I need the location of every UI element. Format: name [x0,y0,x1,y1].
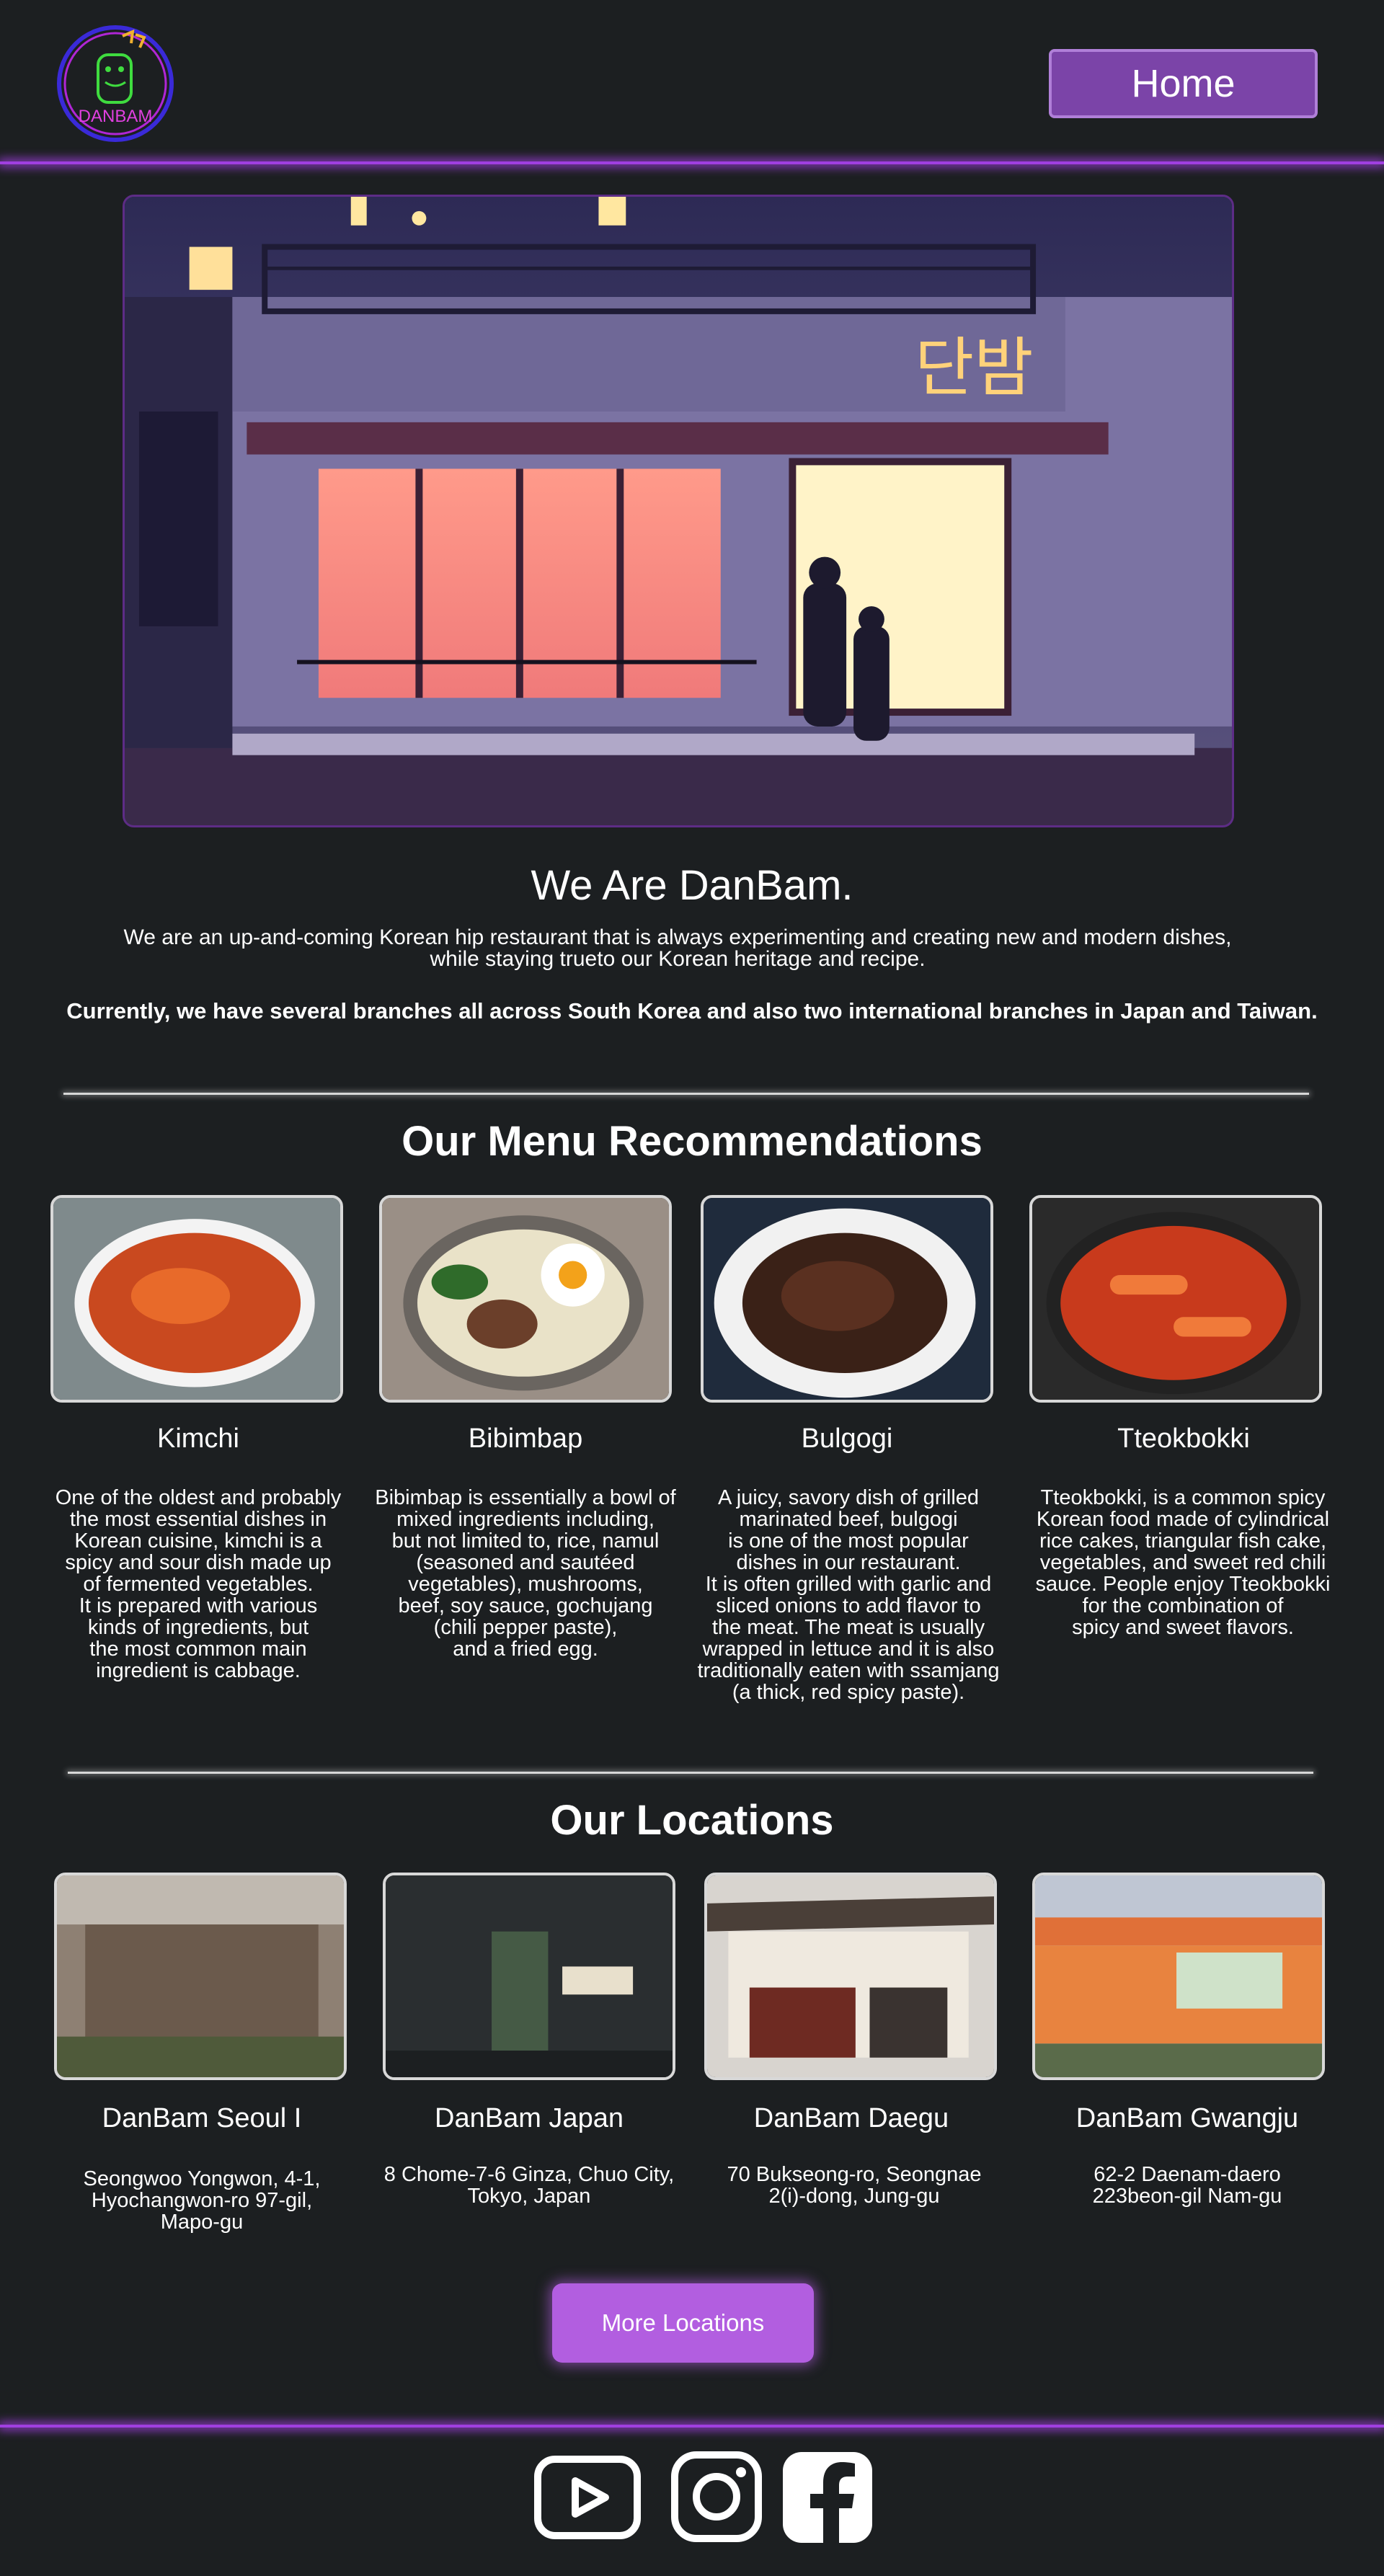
locations-divider [68,1772,1313,1774]
gwangju-location-image [1032,1873,1325,2080]
header-divider [0,161,1384,164]
home-button[interactable]: Home [1049,49,1318,118]
bulgogi-image [701,1195,993,1403]
facebook-icon[interactable] [773,2451,881,2544]
menu-item-desc: One of the oldest and probably the most … [55,1486,342,1682]
hero-sign: 단밤 [915,331,1034,406]
location-name: DanBam Seoul I [102,2103,302,2133]
site-header: DANBAM Home [0,0,1384,164]
footer-divider [0,2425,1384,2428]
location-name: DanBam Japan [435,2103,624,2133]
menu-item-desc: Tteokbokki, is a common spicy Korean foo… [1035,1486,1331,1639]
more-locations-button[interactable]: More Locations [552,2283,814,2363]
kimchi-image [50,1195,343,1403]
menu-divider [63,1093,1309,1095]
logo-text: DANBAM [78,107,153,126]
location-address: Seongwoo Yongwon, 4-1, Hyochangwon-ro 97… [83,2167,321,2234]
hero-image: 단밤 [123,195,1234,827]
bibimbap-image [379,1195,672,1403]
location-name: DanBam Gwangju [1075,2103,1299,2133]
daegu-location-image [704,1873,997,2080]
seoul-location-image [54,1873,347,2080]
menu-item-name: Tteokbokki [1117,1424,1250,1454]
menu-title: Our Menu Recommendations [402,1118,982,1165]
menu-item-name: Kimchi [156,1424,240,1454]
location-name: DanBam Daegu [753,2103,949,2133]
location-address: 62-2 Daenam-daero 223beon-gil Nam-gu [1092,2163,1282,2208]
instagram-icon[interactable] [662,2451,770,2544]
menu-item-name: Bulgogi [801,1424,893,1454]
intro-text: We are an up-and-coming Korean hip resta… [123,925,1232,971]
youtube-icon[interactable] [533,2451,642,2544]
locations-title: Our Locations [550,1797,834,1844]
intro-branches: Currently, we have several branches all … [66,998,1318,1023]
danbam-logo[interactable]: DANBAM [53,22,177,146]
intro-title: We Are DanBam. [531,862,853,909]
menu-item-name: Bibimbap [468,1424,583,1454]
location-address: 70 Bukseong-ro, Seongnae 2(i)-dong, Jung… [727,2163,982,2208]
tteokbokki-image [1029,1195,1322,1403]
menu-item-desc: A juicy, savory dish of grilled marinate… [697,1486,1000,1704]
menu-item-desc: Bibimbap is essentially a bowl of mixed … [375,1486,676,1661]
japan-location-image [383,1873,675,2080]
location-address: 8 Chome-7-6 Ginza, Chuo City, Tokyo, Jap… [383,2163,675,2208]
